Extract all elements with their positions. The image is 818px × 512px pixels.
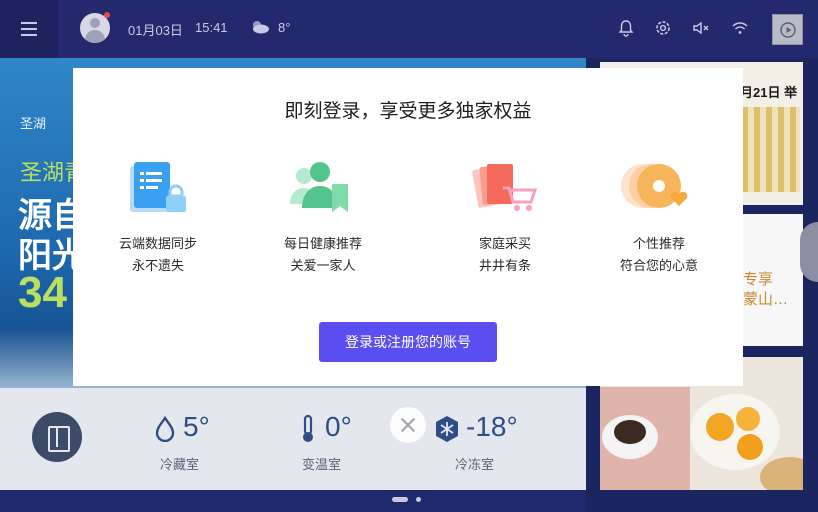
card-event-image [742, 107, 800, 192]
snowflake-icon [436, 416, 458, 442]
page-dot [416, 497, 421, 502]
feature-personalized-subtitle: 符合您的心意 [619, 259, 698, 274]
personal-heart-icon [621, 164, 688, 208]
bell-icon[interactable] [617, 19, 635, 37]
water-drop-icon [155, 416, 175, 442]
page-indicator [392, 497, 421, 502]
hamburger-menu-icon [21, 20, 37, 38]
feature-shopping: 家庭采买 井井有条 [435, 160, 575, 278]
notification-dot [104, 12, 110, 18]
feature-shopping-title: 家庭采买 [478, 237, 531, 252]
date-text: 01月03日 [128, 23, 183, 38]
health-people-icon [290, 162, 348, 212]
fridge-temp-value: 5° [183, 411, 210, 442]
login-register-button[interactable]: 登录或注册您的账号 [319, 322, 497, 362]
wifi-icon[interactable] [731, 19, 749, 37]
feature-personalized: 个性推荐 符合您的心意 [589, 160, 729, 278]
close-modal-button[interactable] [390, 407, 426, 443]
cloudy-weather-icon [253, 21, 269, 34]
login-modal: 即刻登录，享受更多独家权益 云端数据同步 永不遗失 每日健康推荐 关爱一家人 家… [73, 68, 743, 386]
time-text: 15:41 [195, 20, 228, 35]
cloud-document-icon [130, 162, 186, 212]
banner-brand: 圣湖 [20, 116, 47, 131]
page-dot-active [392, 497, 408, 502]
feature-health: 每日健康推荐 关爱一家人 [253, 160, 393, 278]
feature-health-subtitle: 关爱一家人 [290, 259, 356, 274]
variable-temp-label: 变温室 [302, 457, 342, 472]
play-icon [779, 21, 796, 38]
thermometer-icon [303, 414, 313, 442]
banner-line-4: 34 [18, 268, 67, 317]
card-event-text: 月21日 举 [740, 85, 798, 100]
fridge-temp-label: 冷藏室 [160, 457, 200, 472]
feature-cloud-sync: 云端数据同步 永不遗失 [88, 160, 228, 278]
card-product-line-2: 蒙山… [743, 291, 789, 308]
fridge-button[interactable] [32, 412, 82, 462]
temperature-text: 8° [278, 20, 291, 35]
feature-cloud-sync-subtitle: 永不遗失 [131, 259, 184, 274]
variable-temp-value: 0° [325, 411, 352, 442]
card-product-line-1: 专享 [743, 271, 774, 288]
shopping-cart-icon [472, 164, 538, 211]
volume-mute-icon[interactable] [692, 19, 710, 37]
modal-title: 即刻登录，享受更多独家权益 [284, 100, 532, 122]
menu-button[interactable] [0, 0, 58, 58]
side-drawer-handle[interactable] [800, 222, 818, 282]
status-bar: 01月03日 15:41 8° [0, 0, 818, 58]
feature-personalized-title: 个性推荐 [632, 237, 685, 252]
feature-shopping-subtitle: 井井有条 [478, 259, 531, 274]
gear-icon[interactable] [654, 19, 672, 37]
feature-cloud-sync-title: 云端数据同步 [118, 237, 197, 252]
freezer-temp-label: 冷冻室 [455, 457, 495, 472]
media-button[interactable] [772, 14, 803, 45]
feature-health-title: 每日健康推荐 [283, 237, 362, 252]
freezer-temp-value: -18° [466, 411, 518, 442]
